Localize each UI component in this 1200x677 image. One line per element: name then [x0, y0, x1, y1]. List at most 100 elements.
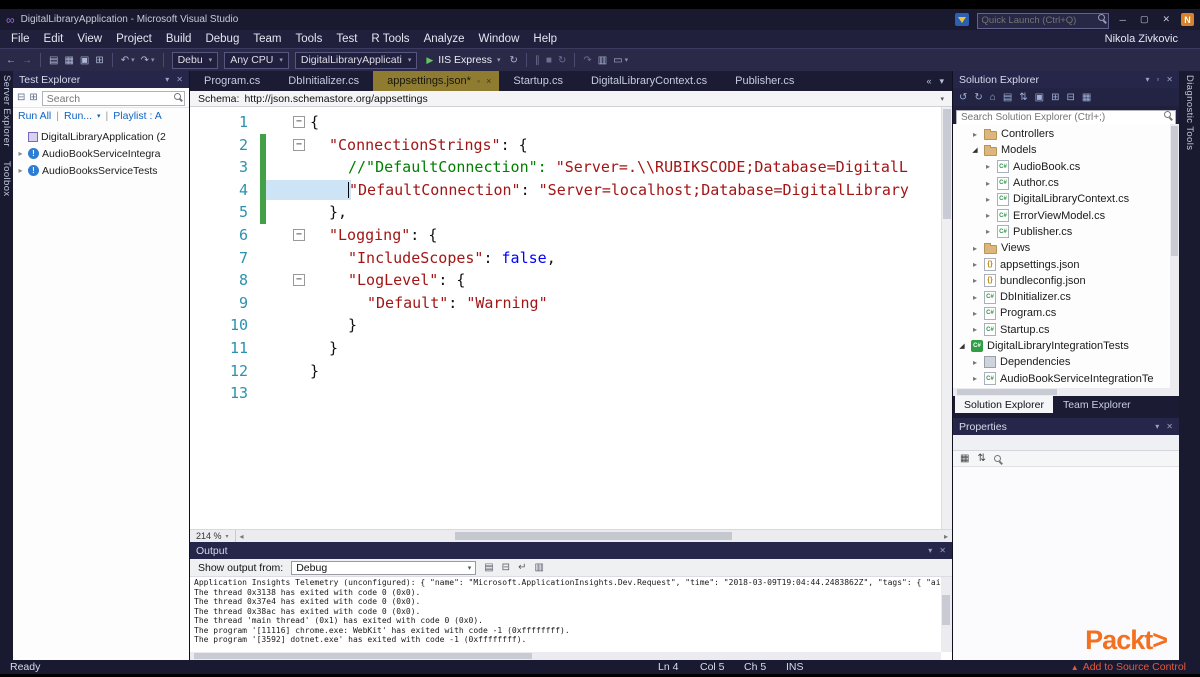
chevron-down-icon[interactable]: ▾ — [151, 56, 155, 64]
editor-tab-appsettings-json[interactable]: appsettings.json* ◦ × — [373, 71, 500, 91]
chevron-down-icon[interactable]: ▾ — [1145, 75, 1149, 84]
output-vertical-scrollbar[interactable] — [941, 577, 952, 652]
solution-item-controllers[interactable]: ▸ Controllers — [953, 126, 1179, 142]
save-all-icon[interactable]: ⊞ — [95, 55, 103, 66]
expander-icon[interactable]: ▸ — [970, 293, 980, 302]
redo-icon[interactable]: ↷ — [141, 55, 149, 66]
tool-tab-toolbox[interactable]: Toolbox — [1, 161, 12, 197]
show-all-files-icon[interactable]: ▦ — [1082, 92, 1091, 103]
test-explorer-header[interactable]: Test Explorer ▾ ✕ — [13, 71, 189, 88]
chevron-down-icon[interactable]: ▾ — [165, 75, 169, 84]
toggle-output-icon[interactable]: ▥ — [534, 562, 543, 573]
expander-icon[interactable]: ▸ — [983, 179, 993, 188]
panel-tab-team-explorer[interactable]: Team Explorer — [1054, 396, 1140, 413]
navigate-back-icon[interactable]: ← — [6, 55, 16, 66]
code-line-13[interactable]: 13 — [190, 382, 952, 405]
expander-icon[interactable]: ◢ — [970, 146, 980, 154]
open-file-icon[interactable]: ▦ — [64, 55, 73, 66]
solution-item-program-cs[interactable]: ▸ C# Program.cs — [953, 305, 1179, 321]
solution-item-audiobook-cs[interactable]: ▸ C# AudioBook.cs — [953, 159, 1179, 175]
switch-views-icon[interactable]: ▤ — [1003, 92, 1012, 103]
close-button[interactable]: ✕ — [1159, 14, 1173, 25]
tool-tab-server-explorer[interactable]: Server Explorer — [1, 75, 12, 147]
menu-item-window[interactable]: Window — [471, 33, 526, 45]
solution-item-publisher-cs[interactable]: ▸ C# Publisher.cs — [953, 224, 1179, 240]
save-icon[interactable]: ▣ — [80, 55, 89, 66]
scrollbar-thumb[interactable] — [957, 389, 1057, 395]
collapse-box[interactable]: − — [293, 116, 305, 128]
solution-explorer-search-input[interactable] — [956, 110, 1176, 125]
collapse-box[interactable]: − — [293, 274, 305, 287]
editor-tab-publisher-cs[interactable]: Publisher.cs — [721, 71, 808, 91]
solution-item-appsettings-json[interactable]: ▸{} appsettings.json — [953, 256, 1179, 272]
expander-icon[interactable]: ▸ — [983, 211, 993, 220]
scrollbar-thumb[interactable] — [455, 532, 733, 540]
expander-icon[interactable]: ◢ — [957, 342, 967, 350]
properties-header[interactable]: Properties ▾ ✕ — [953, 418, 1179, 435]
menu-item-test[interactable]: Test — [329, 33, 364, 45]
user-name[interactable]: Nikola Zivkovic — [1105, 33, 1178, 45]
home-icon[interactable]: ⌂ — [990, 92, 996, 103]
editor-tab-program-cs[interactable]: Program.cs — [190, 71, 274, 91]
expander-icon[interactable]: ▸ — [970, 358, 980, 367]
stop-icon[interactable]: ■ — [546, 55, 552, 66]
forward-icon[interactable]: ↻ — [974, 92, 982, 103]
code-line-2[interactable]: 2 − "ConnectionStrings": { — [190, 133, 952, 157]
startup-projects-dropdown[interactable]: DigitalLibraryApplicati ▾ — [294, 51, 418, 69]
pin-icon[interactable]: ▫ — [1156, 75, 1159, 84]
quick-launch-input[interactable] — [976, 12, 1109, 29]
properties-object-dropdown[interactable] — [953, 435, 1179, 451]
collapse-all-icon[interactable]: ⊟ — [1067, 92, 1075, 103]
solution-item-dbinitializer-cs[interactable]: ▸ C# DbInitializer.cs — [953, 289, 1179, 305]
menu-item-tools[interactable]: Tools — [288, 33, 329, 45]
output-console[interactable]: Application Insights Telemetry (unconfig… — [190, 577, 941, 652]
scrollbar-thumb[interactable] — [194, 653, 532, 659]
editor-horizontal-scrollbar[interactable] — [248, 530, 940, 542]
panel-tab-solution-explorer[interactable]: Solution Explorer — [955, 396, 1053, 413]
solution-item-errorviewmodel-cs[interactable]: ▸ C# ErrorViewModel.cs — [953, 207, 1179, 223]
output-header[interactable]: Output ▾ ✕ — [190, 542, 952, 559]
expander-icon[interactable]: ▸ — [16, 166, 25, 175]
expander-icon[interactable]: ▸ — [970, 309, 980, 318]
expander-icon[interactable]: ▸ — [970, 244, 980, 253]
output-horizontal-scrollbar[interactable] — [190, 652, 941, 660]
solution-platforms-dropdown[interactable]: Any CPU ▾ — [224, 51, 289, 69]
chevron-down-icon[interactable]: ▾ — [940, 95, 944, 103]
solution-item-audiobookserviceintegrationte[interactable]: ▸ C# AudioBookServiceIntegrationTe — [953, 370, 1179, 386]
undo-icon[interactable]: ↶ — [121, 55, 129, 66]
solution-item-author-cs[interactable]: ▸ C# Author.cs — [953, 175, 1179, 191]
code-line-4[interactable]: 4 "DefaultConnection": "Server=localhost;… — [190, 178, 952, 202]
code-line-6[interactable]: 6 − "Logging": { — [190, 224, 952, 247]
close-icon[interactable]: × — [486, 76, 491, 86]
expander-icon[interactable]: ▸ — [970, 276, 980, 285]
solution-item-dependencies[interactable]: ▸ Dependencies — [953, 354, 1179, 370]
zoom-control[interactable]: 214 % ▾ — [190, 530, 236, 542]
close-icon[interactable]: ✕ — [1166, 422, 1173, 431]
code-line-5[interactable]: 5}, — [190, 201, 952, 224]
pin-icon[interactable]: ◦ — [477, 76, 480, 86]
menu-item-file[interactable]: File — [4, 33, 37, 45]
solution-horizontal-scrollbar[interactable] — [953, 388, 1179, 396]
expander-icon[interactable]: ▸ — [970, 374, 980, 383]
expander-icon[interactable]: ▸ — [983, 162, 993, 171]
code-line-10[interactable]: 10} — [190, 314, 952, 337]
alphabetical-icon[interactable]: ⇅ — [977, 453, 985, 464]
refresh-icon[interactable]: ⊞ — [1051, 92, 1059, 103]
test-link-run[interactable]: Run... — [64, 110, 92, 122]
code-editor[interactable]: 1−{2− "ConnectionStrings": {3//"DefaultCo… — [190, 107, 952, 529]
menu-item-analyze[interactable]: Analyze — [417, 33, 472, 45]
expander-icon[interactable]: ▸ — [970, 260, 980, 269]
expander-icon[interactable]: ▸ — [970, 130, 980, 139]
sync-with-active-document-icon[interactable]: ▣ — [1035, 92, 1044, 103]
menu-item-edit[interactable]: Edit — [37, 33, 71, 45]
menu-item-r-tools[interactable]: R Tools — [364, 33, 416, 45]
find-message-icon[interactable]: ▤ — [484, 562, 493, 573]
code-line-1[interactable]: 1 −{ — [190, 111, 952, 134]
maximize-button[interactable]: ▢ — [1137, 14, 1152, 25]
schema-url[interactable]: http://json.schemastore.org/appsettings — [244, 93, 427, 105]
close-icon[interactable]: ✕ — [176, 75, 183, 84]
scroll-right-icon[interactable]: ▸ — [940, 532, 952, 541]
menu-item-build[interactable]: Build — [159, 33, 199, 45]
pending-changes-icon[interactable]: ⇅ — [1019, 92, 1027, 103]
solution-item-bundleconfig-json[interactable]: ▸{} bundleconfig.json — [953, 273, 1179, 289]
